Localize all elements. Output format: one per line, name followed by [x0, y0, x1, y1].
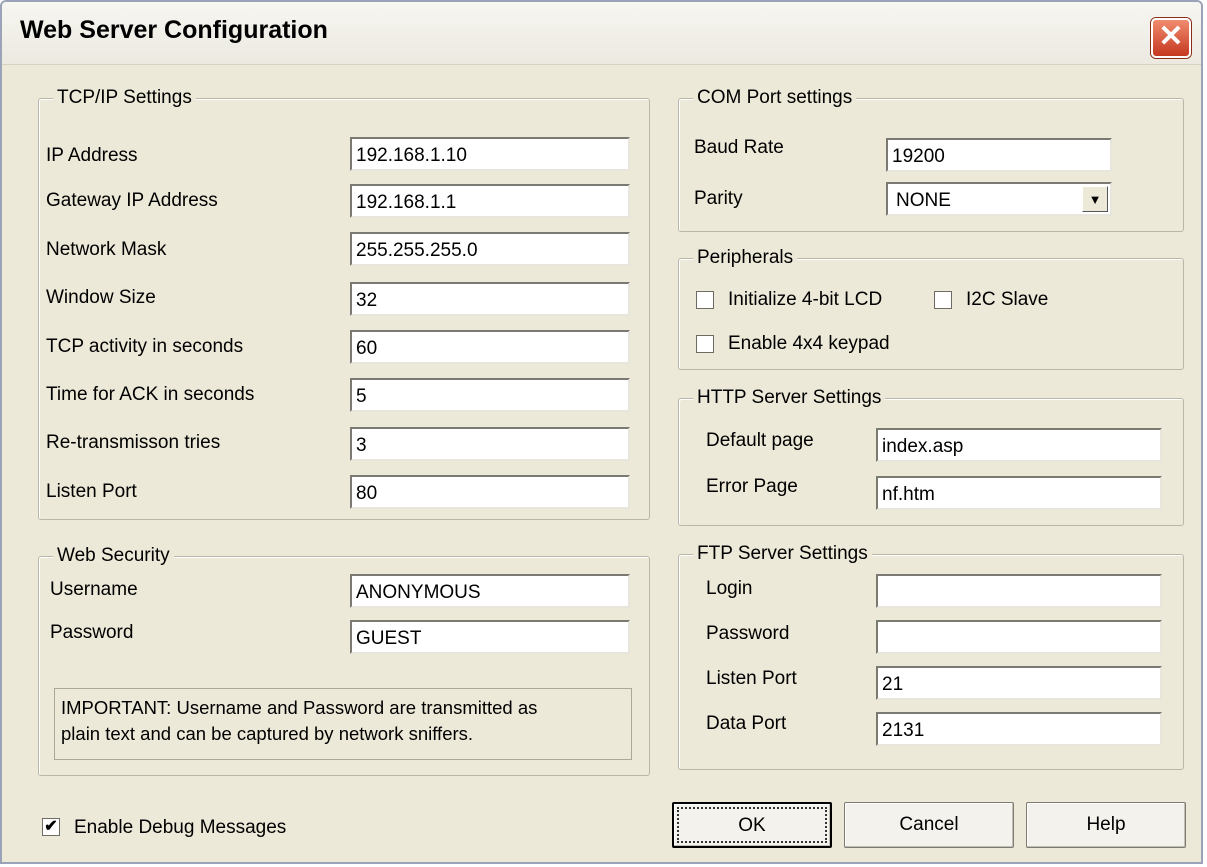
ftp-login-label: Login: [706, 578, 753, 599]
default-page-label: Default page: [706, 430, 814, 451]
username-input[interactable]: ANONYMOUS: [350, 574, 630, 608]
password-input[interactable]: GUEST: [350, 620, 630, 654]
ack-time-input[interactable]: 5: [350, 378, 630, 412]
ack-time-label: Time for ACK in seconds: [46, 384, 255, 405]
gateway-ip-input[interactable]: 192.168.1.1: [350, 184, 630, 218]
web-security-legend: Web Security: [53, 545, 174, 567]
security-notice: IMPORTANT: Username and Password are tra…: [54, 688, 632, 760]
chevron-down-icon[interactable]: ▼: [1082, 186, 1108, 212]
close-icon[interactable]: ✕: [1151, 18, 1191, 58]
debug-label: Enable Debug Messages: [74, 817, 287, 838]
parity-label: Parity: [694, 188, 743, 209]
security-notice-line-1: IMPORTANT: Username and Password are tra…: [61, 697, 538, 718]
network-mask-label: Network Mask: [46, 239, 167, 260]
window-size-label: Window Size: [46, 287, 156, 308]
ftp-password-input[interactable]: [876, 620, 1162, 654]
baud-rate-input[interactable]: 19200: [886, 138, 1112, 172]
i2c-slave-checkbox[interactable]: [934, 291, 952, 309]
ftp-listen-port-input[interactable]: 21: [876, 666, 1162, 700]
window-title: Web Server Configuration: [20, 16, 328, 44]
lcd-label: Initialize 4-bit LCD: [728, 289, 883, 310]
dialog-window: Web Server Configuration ✕ TCP/IP Settin…: [0, 0, 1203, 864]
debug-checkbox[interactable]: ✔: [42, 818, 60, 836]
tcp-activity-input[interactable]: 60: [350, 330, 630, 364]
peripherals-legend: Peripherals: [693, 247, 798, 269]
retransmission-tries-label: Re-transmisson tries: [46, 432, 221, 453]
lcd-checkbox[interactable]: [696, 291, 714, 309]
ftp-password-label: Password: [706, 623, 790, 644]
com-port-legend: COM Port settings: [693, 87, 857, 109]
listen-port-label: Listen Port: [46, 481, 137, 502]
default-page-input[interactable]: index.asp: [876, 428, 1162, 462]
ftp-login-input[interactable]: [876, 574, 1162, 608]
window-size-input[interactable]: 32: [350, 282, 630, 316]
parity-value: NONE: [896, 190, 951, 211]
ftp-server-legend: FTP Server Settings: [693, 543, 872, 565]
gateway-ip-label: Gateway IP Address: [46, 190, 218, 211]
ftp-data-port-input[interactable]: 2131: [876, 712, 1162, 746]
error-page-label: Error Page: [706, 476, 798, 497]
network-mask-input[interactable]: 255.255.255.0: [350, 232, 630, 266]
security-notice-line-2: plain text and can be captured by networ…: [61, 723, 474, 744]
error-page-input[interactable]: nf.htm: [876, 476, 1162, 510]
http-server-legend: HTTP Server Settings: [693, 387, 886, 409]
username-label: Username: [50, 579, 138, 600]
ok-button[interactable]: OK: [672, 802, 832, 848]
title-bar: Web Server Configuration ✕: [2, 2, 1201, 65]
cancel-button[interactable]: Cancel: [844, 802, 1014, 848]
parity-select[interactable]: NONE ▼: [886, 182, 1112, 216]
tcpip-legend: TCP/IP Settings: [53, 87, 196, 109]
keypad-label: Enable 4x4 keypad: [728, 333, 890, 354]
help-button[interactable]: Help: [1026, 802, 1186, 848]
ftp-listen-port-label: Listen Port: [706, 668, 797, 689]
retransmission-tries-input[interactable]: 3: [350, 427, 630, 461]
i2c-slave-label: I2C Slave: [966, 289, 1049, 310]
tcp-activity-label: TCP activity in seconds: [46, 336, 244, 357]
ip-address-label: IP Address: [46, 145, 138, 166]
ftp-data-port-label: Data Port: [706, 713, 787, 734]
password-label: Password: [50, 622, 134, 643]
baud-rate-label: Baud Rate: [694, 137, 784, 158]
keypad-checkbox[interactable]: [696, 335, 714, 353]
listen-port-input[interactable]: 80: [350, 475, 630, 509]
ip-address-input[interactable]: 192.168.1.10: [350, 137, 630, 171]
